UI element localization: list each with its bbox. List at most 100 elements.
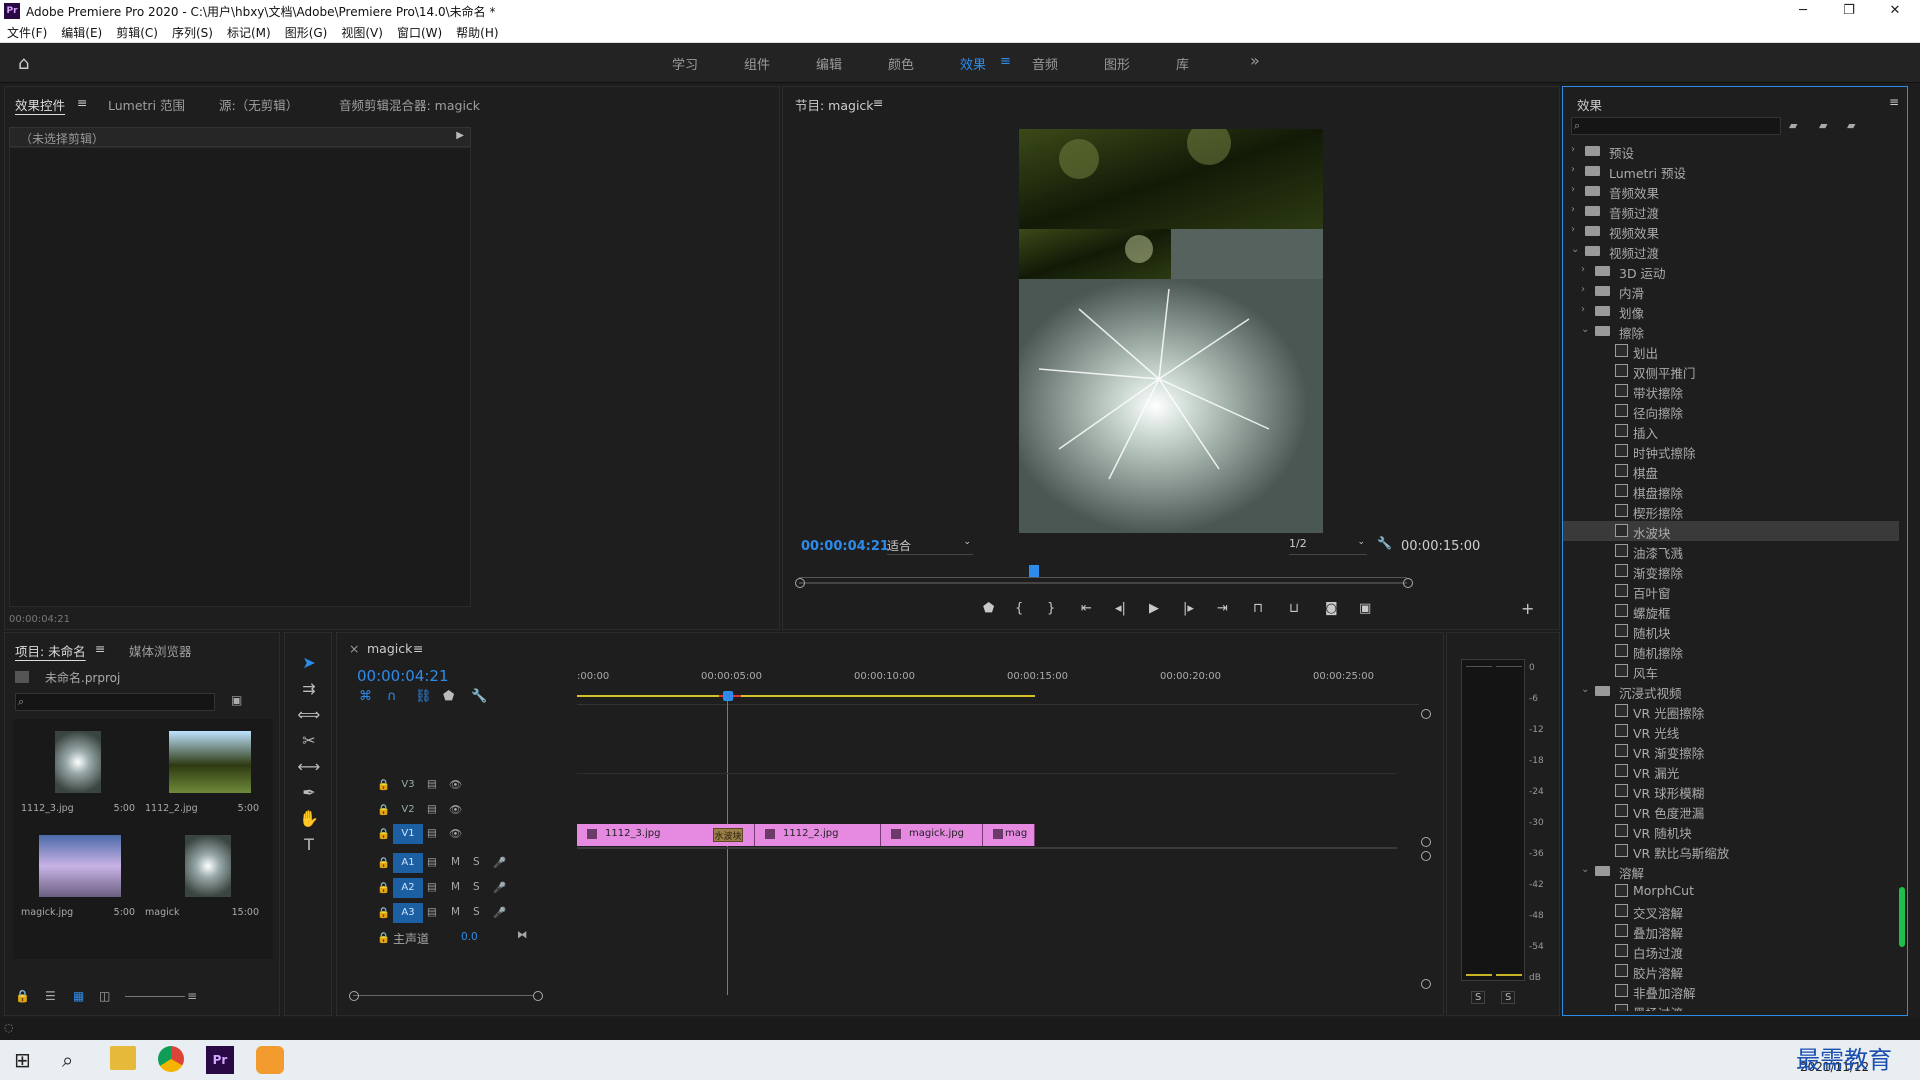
workspace-libraries[interactable]: 库 [1176, 54, 1189, 73]
lock-icon[interactable]: 🔒 [377, 803, 390, 816]
list-view-icon[interactable]: ☰ [45, 989, 56, 1003]
lock-icon[interactable]: 🔒 [15, 989, 30, 1003]
track-select-tool-icon[interactable]: ⇉ [297, 679, 321, 698]
play-icon[interactable]: ▶ [1149, 601, 1159, 616]
effect-item[interactable]: 棋盘擦除 [1563, 481, 1899, 501]
fit-dropdown[interactable]: 适合 ⌄ [887, 537, 973, 555]
lock-icon[interactable]: 🔒 [377, 881, 390, 894]
horizontal-scrollbar[interactable] [353, 995, 533, 996]
scroll-end-handle[interactable] [533, 991, 543, 1001]
scrub-start-handle[interactable] [795, 578, 805, 588]
solo-button[interactable]: S [473, 856, 480, 868]
menu-sequence[interactable]: 序列(S) [165, 22, 220, 41]
master-expand-icon[interactable]: ⧓ [517, 929, 528, 941]
lift-icon[interactable]: ⊓ [1253, 601, 1263, 616]
app-taskbar-icon[interactable] [256, 1046, 284, 1074]
solo-right-button[interactable]: S [1501, 991, 1516, 1004]
mic-icon[interactable]: 🎤 [493, 881, 506, 894]
workspace-graphics[interactable]: 图形 [1104, 54, 1130, 73]
work-area-bar[interactable] [577, 695, 1035, 697]
step-back-icon[interactable]: ◂| [1115, 601, 1126, 616]
tab-project[interactable]: 项目: 未命名 [15, 641, 86, 660]
timeline-ruler[interactable]: :00:00 00:00:05:00 00:00:10:00 00:00:15:… [577, 669, 1419, 705]
mute-button[interactable]: M [451, 881, 460, 893]
sync-lock-icon[interactable]: ▤ [427, 856, 437, 868]
timeline-timecode[interactable]: 00:00:04:21 [357, 667, 449, 685]
effect-item[interactable]: 随机擦除 [1563, 641, 1899, 661]
track-label[interactable]: V1 [393, 824, 423, 844]
snap-icon[interactable]: ∩ [387, 689, 397, 704]
sync-lock-icon[interactable]: ▤ [427, 803, 437, 815]
project-menu-icon[interactable]: ≡ [95, 641, 105, 656]
extract-icon[interactable]: ⊔ [1289, 601, 1299, 616]
mic-icon[interactable]: 🎤 [493, 856, 506, 869]
nest-icon[interactable]: ⌘ [359, 689, 372, 704]
chevron-right-icon[interactable]: › [1571, 144, 1575, 155]
accelerated-effects-icon[interactable]: ▰ [1789, 119, 1797, 132]
effects-menu-icon[interactable]: ≡ [1889, 95, 1899, 109]
effects-folder[interactable]: ⌄ 沉浸式视频 [1563, 681, 1899, 701]
effects-folder[interactable]: ⌄ 溶解 [1563, 861, 1899, 881]
sort-icon[interactable]: ≡ [187, 989, 197, 1003]
effect-item[interactable]: VR 球形模糊 [1563, 781, 1899, 801]
mark-out-icon[interactable]: } [1047, 601, 1055, 616]
export-frame-icon[interactable]: ◙ [1325, 601, 1338, 616]
effect-item[interactable]: VR 光圈擦除 [1563, 701, 1899, 721]
chevron-right-icon[interactable]: › [1581, 264, 1585, 275]
tab-menu-icon[interactable]: ≡ [77, 95, 87, 110]
chevron-right-icon[interactable]: › [1571, 224, 1575, 235]
track-label[interactable]: A1 [393, 853, 423, 873]
type-tool-icon[interactable]: T [297, 835, 321, 854]
effect-item[interactable]: 棋盘 [1563, 461, 1899, 481]
resolution-dropdown[interactable]: 1/2 ⌄ [1289, 537, 1367, 555]
effect-item[interactable]: 黑场过渡 [1563, 1001, 1899, 1011]
effects-search-input[interactable]: ⌕ [1571, 117, 1781, 135]
program-time-ruler[interactable] [799, 562, 1407, 578]
add-marker-icon[interactable]: ⬟ [983, 601, 994, 616]
chevron-right-icon[interactable]: › [1571, 204, 1575, 215]
effects-folder[interactable]: › 3D 运动 [1563, 261, 1899, 281]
eye-icon[interactable]: 👁 [449, 827, 462, 840]
vertical-zoom-handle[interactable] [1421, 979, 1431, 989]
home-icon[interactable]: ⌂ [18, 53, 29, 74]
close-button[interactable]: ✕ [1872, 0, 1918, 22]
program-scrub-bar[interactable] [799, 582, 1407, 584]
effect-item[interactable]: 油漆飞溅 [1563, 541, 1899, 561]
chevron-down-icon[interactable]: ⌄ [1581, 864, 1589, 875]
effect-item[interactable]: VR 色度泄漏 [1563, 801, 1899, 821]
tab-lumetri-scopes[interactable]: Lumetri 范围 [108, 95, 185, 114]
lock-icon[interactable]: 🔒 [377, 906, 390, 919]
effects-folder[interactable]: › 划像 [1563, 301, 1899, 321]
menu-view[interactable]: 视图(V) [334, 22, 390, 41]
icon-view-icon[interactable]: ▦ [73, 989, 84, 1003]
new-bin-icon[interactable]: ▣ [231, 693, 242, 707]
sync-lock-icon[interactable]: ▤ [427, 881, 437, 893]
sync-lock-icon[interactable]: ▤ [427, 906, 437, 918]
scroll-start-handle[interactable] [349, 991, 359, 1001]
effect-item[interactable]: VR 默比乌斯缩放 [1563, 841, 1899, 861]
timeline-clip[interactable]: 1112_2.jpg [755, 824, 881, 846]
effect-item[interactable]: 楔形擦除 [1563, 501, 1899, 521]
menu-clip[interactable]: 剪辑(C) [109, 22, 165, 41]
project-item[interactable]: 1112_2.jpg 5:00 [145, 727, 263, 827]
chevron-right-icon[interactable]: › [1571, 164, 1575, 175]
vertical-zoom-handle[interactable] [1421, 709, 1431, 719]
menu-edit[interactable]: 编辑(E) [54, 22, 109, 41]
mute-button[interactable]: M [451, 906, 460, 918]
effect-item[interactable]: 胶片溶解 [1563, 961, 1899, 981]
effect-item[interactable]: MorphCut [1563, 881, 1899, 901]
effect-item[interactable]: 插入 [1563, 421, 1899, 441]
settings-wrench-icon[interactable]: 🔧 [471, 689, 487, 704]
eye-icon[interactable]: 👁 [449, 778, 462, 791]
program-monitor-title[interactable]: 节目: magick [795, 95, 874, 114]
effects-folder[interactable]: › 音频效果 [1563, 181, 1899, 201]
effect-item[interactable]: 径向擦除 [1563, 401, 1899, 421]
menu-file[interactable]: 文件(F) [0, 22, 54, 41]
workspace-audio[interactable]: 音频 [1032, 54, 1058, 73]
wrench-icon[interactable]: 🔧 [1377, 536, 1392, 550]
menu-help[interactable]: 帮助(H) [449, 22, 505, 41]
menu-window[interactable]: 窗口(W) [390, 22, 449, 41]
track-label[interactable]: A3 [393, 903, 423, 923]
effect-item[interactable]: 风车 [1563, 661, 1899, 681]
effect-item[interactable]: 双侧平推门 [1563, 361, 1899, 381]
